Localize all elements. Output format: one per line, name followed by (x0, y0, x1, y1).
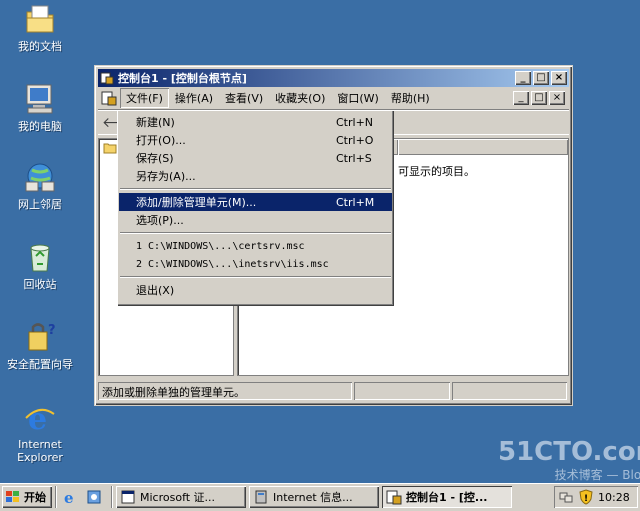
desktop-icon-network[interactable]: 网上邻居 (2, 160, 78, 211)
desktop-icon-security-wizard[interactable]: ? 安全配置向导 (2, 320, 78, 371)
desktop-icon-label: 回收站 (23, 278, 57, 291)
menu-view[interactable]: 查看(V) (219, 88, 269, 108)
watermark-main: 51CTO.com (498, 437, 640, 467)
child-restore-button[interactable]: □ (531, 91, 547, 105)
menu-item-label: 退出(X) (136, 284, 175, 297)
status-cell-3 (452, 382, 567, 400)
menu-item-shortcut: Ctrl+N (336, 115, 374, 129)
security-shield-icon[interactable]: ! (578, 489, 594, 505)
task-label: Internet 信息... (273, 491, 353, 504)
internet-explorer-icon: e (25, 402, 55, 434)
svg-text:e: e (28, 402, 47, 434)
status-cell-2 (354, 382, 450, 400)
taskbar-separator (111, 486, 113, 508)
task-label: 控制台1 - [控... (406, 491, 488, 504)
menu-item-label: 添加/删除管理单元(M)... (136, 196, 257, 209)
console-menu-icon[interactable] (100, 89, 118, 107)
child-minimize-button[interactable]: _ (513, 91, 529, 105)
menu-item-shortcut: Ctrl+S (336, 151, 372, 165)
start-button[interactable]: 开始 (2, 486, 52, 508)
minimize-button[interactable]: _ (515, 71, 531, 85)
task-button-console[interactable]: 控制台1 - [控... (382, 486, 512, 508)
console-icon (100, 72, 114, 85)
maximize-button[interactable]: □ (533, 71, 549, 85)
svg-text:e: e (64, 489, 74, 505)
menu-file[interactable]: 文件(F) (120, 88, 169, 108)
quicklaunch-ie[interactable]: e (60, 487, 80, 507)
watermark-sub: 技术博客 — Blog (554, 468, 640, 482)
console-icon (386, 490, 402, 505)
menu-item-label: 新建(N) (136, 116, 175, 129)
menu-item-options[interactable]: 选项(P)... (119, 211, 392, 229)
start-label: 开始 (24, 491, 46, 504)
file-menu-dropdown: 新建(N) Ctrl+N 打开(O)... Ctrl+O 保存(S) Ctrl+… (117, 110, 394, 306)
menu-help[interactable]: 帮助(H) (385, 88, 436, 108)
window-title: 控制台1 - [控制台根节点] (118, 72, 247, 85)
menu-item-new[interactable]: 新建(N) Ctrl+N (119, 113, 392, 131)
menu-item-label: 选项(P)... (136, 214, 184, 227)
my-documents-icon (26, 5, 54, 33)
desktop-icon-label: 我的文档 (18, 40, 62, 53)
menu-favorites[interactable]: 收藏夹(O) (269, 88, 331, 108)
explorer-icon (87, 490, 101, 504)
task-button-iis[interactable]: Internet 信息... (249, 486, 379, 508)
watermark: 51CTO.com 技术博客 — Blog (498, 438, 640, 483)
menu-item-label: 另存为(A)... (136, 170, 196, 183)
network-places-icon (25, 163, 55, 192)
taskbar: 开始 e Microsoft 证... Internet 信息... 控制台1 (0, 483, 640, 511)
system-tray: ! 10:28 (554, 486, 638, 508)
iis-icon (255, 490, 267, 504)
svg-text:!: ! (584, 494, 588, 504)
taskbar-separator (55, 486, 57, 508)
clock[interactable]: 10:28 (598, 491, 630, 504)
svg-text:?: ? (48, 323, 56, 338)
my-computer-icon (26, 84, 53, 114)
child-close-button[interactable]: × (549, 91, 565, 105)
console-root-folder-icon[interactable] (103, 142, 117, 154)
menu-item-label: 2 C:\WINDOWS\...\inetsrv\iis.msc (136, 258, 329, 270)
desktop-icon-label: 我的电脑 (18, 120, 62, 133)
menu-separator (120, 232, 391, 234)
menu-window[interactable]: 窗口(W) (331, 88, 384, 108)
desktop-icon-my-documents[interactable]: 我的文档 (2, 2, 78, 53)
menu-item-recent-2[interactable]: 2 C:\WINDOWS\...\inetsrv\iis.msc (119, 255, 392, 273)
menu-item-label: 保存(S) (136, 152, 174, 165)
internet-explorer-icon: e (64, 489, 74, 505)
menu-item-add-remove-snapin[interactable]: 添加/删除管理单元(M)... Ctrl+M (119, 193, 392, 211)
empty-list-text: 可显示的项目。 (398, 165, 475, 178)
desktop-icon-label: 网上邻居 (18, 198, 62, 211)
task-button-cert[interactable]: Microsoft 证... (116, 486, 246, 508)
status-bar: 添加或删除单独的管理单元。 (98, 382, 569, 402)
windows-flag-icon (6, 491, 19, 502)
menu-item-exit[interactable]: 退出(X) (119, 281, 392, 299)
column-header-rest[interactable] (398, 139, 568, 155)
security-wizard-icon: ? (28, 323, 56, 351)
menu-item-label: 打开(O)... (136, 134, 186, 147)
menu-item-save[interactable]: 保存(S) Ctrl+S (119, 149, 392, 167)
recycle-bin-icon (30, 244, 50, 272)
menu-separator (120, 276, 391, 278)
network-tray-icon[interactable] (558, 489, 574, 505)
desktop-icon-internet-explorer[interactable]: e Internet Explorer (2, 400, 78, 464)
menu-item-open[interactable]: 打开(O)... Ctrl+O (119, 131, 392, 149)
menu-item-label: 1 C:\WINDOWS\...\certsrv.msc (136, 240, 305, 252)
status-text: 添加或删除单独的管理单元。 (98, 382, 352, 400)
desktop-icon-label: Internet Explorer (17, 438, 63, 464)
desktop-icon-label: 安全配置向导 (7, 358, 73, 371)
quicklaunch-explorer[interactable] (84, 487, 104, 507)
menu-separator (120, 188, 391, 190)
task-label: Microsoft 证... (140, 491, 216, 504)
menu-bar: 文件(F) 操作(A) 查看(V) 收藏夹(O) 窗口(W) 帮助(H) _ □… (98, 87, 569, 109)
menu-action[interactable]: 操作(A) (169, 88, 219, 108)
menu-item-save-as[interactable]: 另存为(A)... (119, 167, 392, 185)
desktop-icon-recycle-bin[interactable]: 回收站 (2, 240, 78, 291)
menu-item-shortcut: Ctrl+M (336, 195, 375, 209)
menu-item-shortcut: Ctrl+O (336, 133, 374, 147)
window-icon (121, 490, 135, 504)
menu-item-recent-1[interactable]: 1 C:\WINDOWS\...\certsrv.msc (119, 237, 392, 255)
window-titlebar[interactable]: 控制台1 - [控制台根节点] _ □ × (98, 69, 569, 87)
desktop-icon-my-computer[interactable]: 我的电脑 (2, 82, 78, 133)
close-button[interactable]: × (551, 71, 567, 85)
